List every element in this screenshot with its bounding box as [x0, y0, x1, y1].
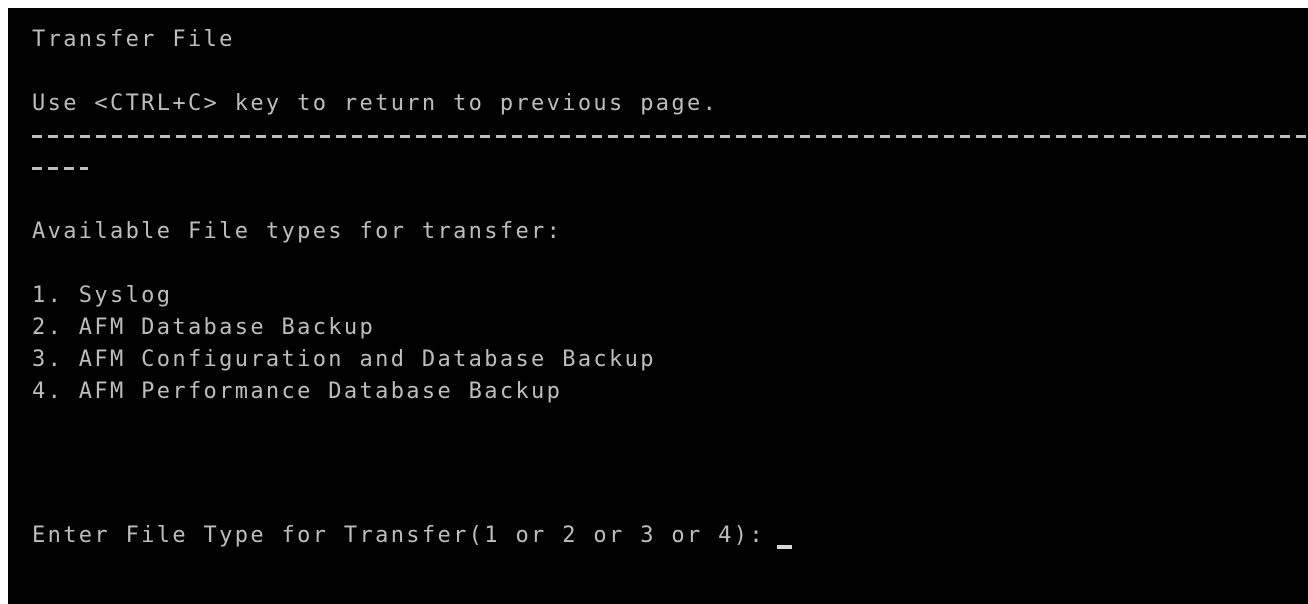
terminal-screen[interactable]: Transfer File Use <CTRL+C> key to return…	[8, 8, 1308, 604]
file-types-heading: Available File types for transfer:	[32, 219, 563, 244]
file-type-option-database-backup: 2. AFM Database Backup	[32, 315, 376, 340]
file-type-option-syslog: 1. Syslog	[32, 283, 173, 308]
return-instruction: Use <CTRL+C> key to return to previous p…	[32, 91, 719, 116]
file-type-option-performance-database-backup: 4. AFM Performance Database Backup	[32, 379, 563, 404]
separator-line-wrap	[32, 167, 88, 170]
page-title: Transfer File	[32, 27, 235, 52]
file-type-prompt[interactable]: Enter File Type for Transfer(1 or 2 or 3…	[32, 520, 792, 552]
file-type-option-configuration-database-backup: 3. AFM Configuration and Database Backup	[32, 347, 656, 372]
prompt-label: Enter File Type for Transfer(1 or 2 or 3…	[32, 523, 765, 548]
separator-line	[32, 135, 1308, 138]
text-cursor[interactable]	[776, 545, 792, 549]
